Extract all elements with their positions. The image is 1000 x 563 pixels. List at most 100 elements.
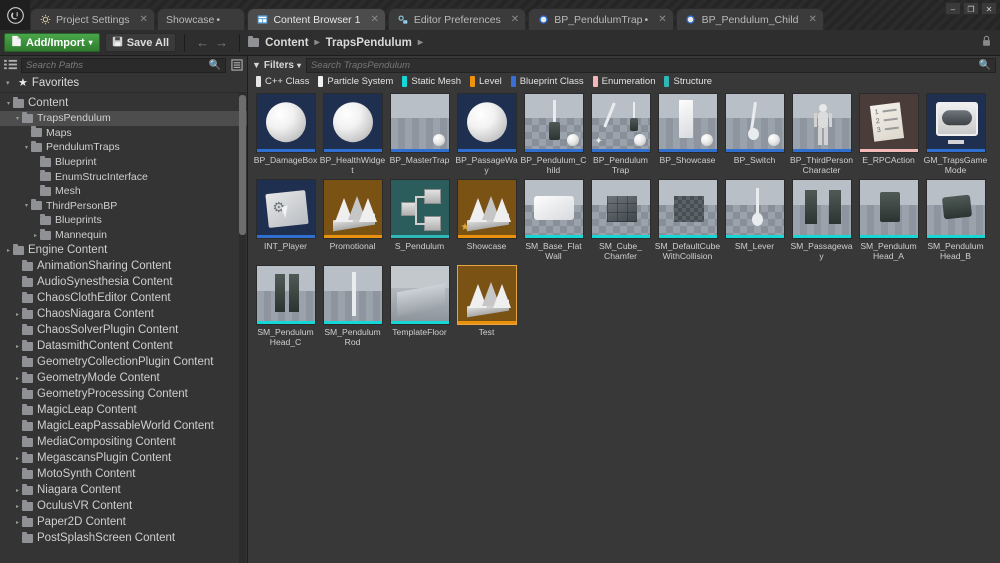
asset-tile[interactable]: SM_Lever bbox=[721, 179, 788, 261]
type-chip[interactable]: Particle System bbox=[318, 76, 393, 87]
asset-tile[interactable]: BP_Pendulum_Child bbox=[520, 93, 587, 175]
tree-item[interactable]: GeometryProcessing Content bbox=[0, 386, 247, 402]
asset-thumbnail[interactable] bbox=[859, 179, 919, 239]
tree-item[interactable]: AnimationSharing Content bbox=[0, 258, 247, 274]
chevron-down-icon[interactable]: ▾ bbox=[22, 144, 31, 151]
tree-item[interactable]: GeometryCollectionPlugin Content bbox=[0, 354, 247, 370]
tree-scrollbar-thumb[interactable] bbox=[239, 95, 246, 235]
asset-thumbnail[interactable] bbox=[658, 179, 718, 239]
close-icon[interactable]: ✕ bbox=[511, 14, 519, 25]
asset-thumbnail[interactable] bbox=[323, 179, 383, 239]
asset-tile[interactable]: SM_Pendulum Head_C bbox=[252, 265, 319, 347]
asset-thumbnail[interactable] bbox=[524, 93, 584, 153]
asset-tile[interactable]: Promotional bbox=[319, 179, 386, 261]
type-chip[interactable]: Static Mesh bbox=[402, 76, 461, 87]
asset-thumbnail[interactable] bbox=[658, 93, 718, 153]
tree-item[interactable]: MediaCompositing Content bbox=[0, 434, 247, 450]
close-icon[interactable]: ✕ bbox=[809, 14, 817, 25]
asset-tile[interactable]: GM_TrapsGame Mode bbox=[922, 93, 989, 175]
tree-item[interactable]: PostSplashScreen Content bbox=[0, 530, 247, 546]
search-icon[interactable]: 🔍 bbox=[979, 60, 991, 71]
tree-item[interactable]: MotoSynth Content bbox=[0, 466, 247, 482]
asset-tile[interactable]: BP_DamageBox bbox=[252, 93, 319, 175]
search-paths-input[interactable]: Search Paths 🔍 bbox=[21, 58, 226, 73]
asset-tile[interactable]: ⚙INT_Player bbox=[252, 179, 319, 261]
type-chip[interactable]: Enumeration bbox=[593, 76, 656, 87]
forward-button[interactable]: → bbox=[212, 35, 231, 50]
asset-tile[interactable]: ✦BP_Pendulum Trap bbox=[587, 93, 654, 175]
window-controls[interactable]: – ❐ ✕ bbox=[945, 2, 997, 15]
chevron-right-icon[interactable]: ▸ bbox=[13, 375, 22, 382]
maximize-button[interactable]: ❐ bbox=[963, 2, 979, 15]
tree-item[interactable]: MagicLeap Content bbox=[0, 402, 247, 418]
sources-options-icon[interactable] bbox=[229, 58, 244, 73]
close-icon[interactable]: ✕ bbox=[140, 14, 148, 25]
asset-thumbnail[interactable] bbox=[390, 179, 450, 239]
asset-thumbnail[interactable] bbox=[792, 179, 852, 239]
asset-thumbnail[interactable] bbox=[256, 93, 316, 153]
chevron-right-icon[interactable]: ▸ bbox=[13, 343, 22, 350]
type-chip[interactable]: Level bbox=[470, 76, 502, 87]
type-filter-chips[interactable]: C++ ClassParticle SystemStatic MeshLevel… bbox=[248, 74, 1000, 89]
chevron-right-icon[interactable]: ▸ bbox=[13, 503, 22, 510]
tree-item[interactable]: ChaosClothEditor Content bbox=[0, 290, 247, 306]
tree-item[interactable]: ▾ThirdPersonBP bbox=[0, 199, 247, 214]
tree-item[interactable]: ▸ChaosNiagara Content bbox=[0, 306, 247, 322]
asset-grid[interactable]: BP_DamageBoxBP_HealthWidgetBP_MasterTrap… bbox=[252, 93, 1000, 352]
asset-tile[interactable]: SM_Pendulum Head_A bbox=[855, 179, 922, 261]
minimize-button[interactable]: – bbox=[945, 2, 961, 15]
asset-tile[interactable]: SM_Pendulum Head_B bbox=[922, 179, 989, 261]
chevron-right-icon[interactable]: ▸ bbox=[13, 519, 22, 526]
chevron-right-icon[interactable]: ▸ bbox=[4, 247, 13, 254]
tree-item[interactable]: ChaosSolverPlugin Content bbox=[0, 322, 247, 338]
asset-thumbnail[interactable] bbox=[725, 179, 785, 239]
favorites-row[interactable]: ▾ ★ Favorites bbox=[0, 74, 247, 92]
path-picker-icon[interactable] bbox=[3, 58, 18, 73]
tree-item[interactable]: ▾PendulumTraps bbox=[0, 140, 247, 155]
asset-thumbnail[interactable] bbox=[390, 93, 450, 153]
chevron-right-icon[interactable]: ▸ bbox=[31, 232, 40, 239]
add-import-button[interactable]: Add/Import ▾ bbox=[4, 33, 100, 52]
tree-item[interactable]: ▸DatasmithContent Content bbox=[0, 338, 247, 354]
asset-thumbnail[interactable] bbox=[457, 265, 517, 325]
back-button[interactable]: ← bbox=[193, 35, 212, 50]
asset-tile[interactable]: S_Pendulum bbox=[386, 179, 453, 261]
asset-tile[interactable]: SM_Base_Flat Wall bbox=[520, 179, 587, 261]
asset-tile[interactable]: BP_ThirdPerson Character bbox=[788, 93, 855, 175]
tree-item[interactable]: AudioSynesthesia Content bbox=[0, 274, 247, 290]
asset-thumbnail[interactable]: 123 bbox=[859, 93, 919, 153]
close-icon[interactable]: ✕ bbox=[370, 14, 378, 25]
tree-item[interactable]: ▸Mannequin bbox=[0, 228, 247, 243]
breadcrumb-item-trapspendulum[interactable]: TrapsPendulum bbox=[326, 37, 412, 49]
type-chip[interactable]: Structure bbox=[664, 76, 712, 87]
asset-tile[interactable]: TemplateFloor bbox=[386, 265, 453, 347]
tab-showcase[interactable]: Showcase • ✕ bbox=[157, 8, 246, 30]
asset-tile[interactable]: SM_Cube_ Chamfer bbox=[587, 179, 654, 261]
tree-item[interactable]: ▸Niagara Content bbox=[0, 482, 247, 498]
chevron-right-icon[interactable]: ▸ bbox=[13, 311, 22, 318]
tree-item[interactable]: ▸Engine Content bbox=[0, 242, 247, 258]
asset-tile[interactable]: SM_DefaultCube WithCollision bbox=[654, 179, 721, 261]
asset-thumbnail[interactable] bbox=[792, 93, 852, 153]
tree-item[interactable]: Blueprint bbox=[0, 155, 247, 170]
tab-strip[interactable]: Project Settings ✕ Showcase • ✕ Content … bbox=[30, 0, 1000, 30]
tab-editor-preferences[interactable]: Editor Preferences ✕ bbox=[388, 8, 526, 30]
tree-item[interactable]: ▸Paper2D Content bbox=[0, 514, 247, 530]
asset-tile[interactable]: BP_Switch bbox=[721, 93, 788, 175]
asset-tree[interactable]: ▾Content▾TrapsPendulumMaps▾PendulumTraps… bbox=[0, 92, 247, 563]
asset-thumbnail[interactable]: ⚙ bbox=[256, 179, 316, 239]
asset-tile[interactable]: SM_Passageway bbox=[788, 179, 855, 261]
asset-thumbnail[interactable] bbox=[725, 93, 785, 153]
asset-tile[interactable]: SM_Pendulum Rod bbox=[319, 265, 386, 347]
asset-tile[interactable]: BP_HealthWidget bbox=[319, 93, 386, 175]
chevron-down-icon[interactable]: ▾ bbox=[4, 100, 13, 107]
chevron-right-icon[interactable]: ▸ bbox=[13, 487, 22, 494]
tree-item[interactable]: ▾TrapsPendulum bbox=[0, 111, 247, 126]
save-all-button[interactable]: Save All bbox=[105, 33, 176, 52]
asset-tile[interactable]: BP_Showcase bbox=[654, 93, 721, 175]
asset-thumbnail[interactable] bbox=[457, 93, 517, 153]
tab-content-browser-1[interactable]: Content Browser 1 ✕ bbox=[247, 8, 385, 30]
asset-thumbnail[interactable] bbox=[591, 179, 651, 239]
asset-thumbnail[interactable]: ★ bbox=[457, 179, 517, 239]
tab-bp-pendulumtrap[interactable]: BP_PendulumTrap • ✕ bbox=[528, 8, 673, 30]
